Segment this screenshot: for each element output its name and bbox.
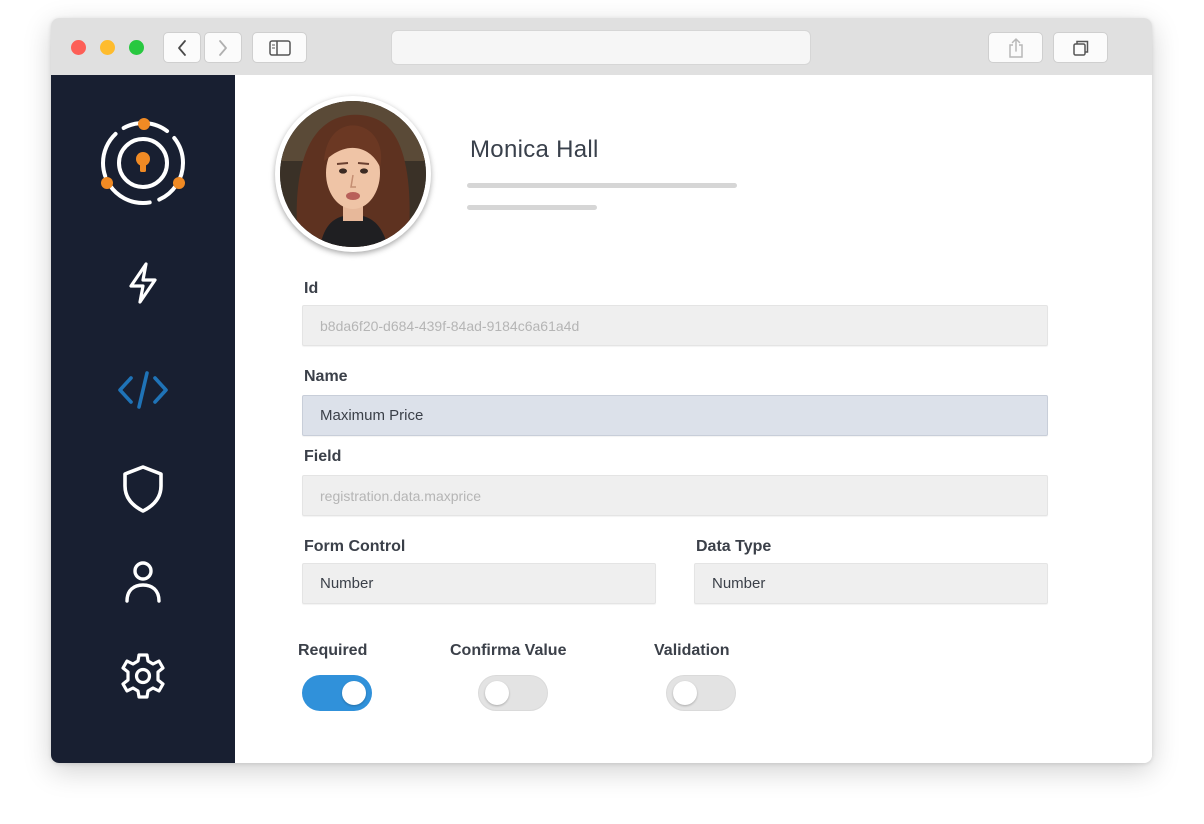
toggle-knob [485, 681, 509, 705]
id-field: b8da6f20-d684-439f-84ad-9184c6a61a4d [302, 305, 1048, 346]
form-control-label: Form Control [304, 538, 406, 555]
data-type-select[interactable]: Number [694, 563, 1048, 604]
required-label: Required [298, 642, 368, 659]
sidebar-icon [268, 39, 291, 56]
sidebar-toggle-button[interactable] [252, 32, 307, 63]
close-window-button[interactable] [71, 40, 86, 55]
tabs-overview-button[interactable] [1053, 32, 1108, 63]
validation-label: Validation [654, 642, 730, 659]
main-content: Monica Hall Id b8da6f20-d684-439f-84ad-9… [235, 75, 1152, 763]
avatar [275, 96, 431, 252]
name-field[interactable]: Maximum Price [302, 395, 1048, 436]
browser-window: Monica Hall Id b8da6f20-d684-439f-84ad-9… [51, 18, 1152, 763]
field-label: Field [304, 448, 342, 465]
form-control-select[interactable]: Number [302, 563, 656, 604]
tabs-icon [1072, 40, 1088, 56]
validation-toggle[interactable] [666, 675, 736, 711]
minimize-window-button[interactable] [100, 40, 115, 55]
profile-name: Monica Hall [470, 136, 599, 163]
zoom-window-button[interactable] [129, 40, 144, 55]
placeholder-line [467, 183, 737, 188]
browser-toolbar [51, 18, 1152, 76]
lightning-icon[interactable] [121, 261, 165, 305]
toggle-knob [342, 681, 366, 705]
user-icon[interactable] [123, 559, 163, 605]
gear-icon[interactable] [119, 652, 167, 700]
confirm-value-toggle[interactable] [478, 675, 548, 711]
shield-icon[interactable] [121, 464, 165, 514]
id-label: Id [304, 280, 319, 297]
brand-logo-icon[interactable] [95, 115, 189, 209]
sidebar [51, 75, 235, 763]
share-button[interactable] [988, 32, 1043, 63]
chevron-left-icon [178, 39, 186, 56]
name-label: Name [304, 368, 348, 385]
required-toggle[interactable] [302, 675, 372, 711]
code-icon[interactable] [117, 370, 169, 410]
field-path-field: registration.data.maxprice [302, 475, 1048, 516]
chevron-right-icon [219, 39, 227, 56]
share-icon [1008, 37, 1023, 58]
forward-button[interactable] [204, 32, 242, 63]
back-button[interactable] [163, 32, 201, 63]
placeholder-line [467, 205, 597, 210]
data-type-label: Data Type [696, 538, 772, 555]
toggle-knob [673, 681, 697, 705]
address-bar[interactable] [391, 30, 811, 65]
confirm-value-label: Confirma Value [450, 642, 567, 659]
